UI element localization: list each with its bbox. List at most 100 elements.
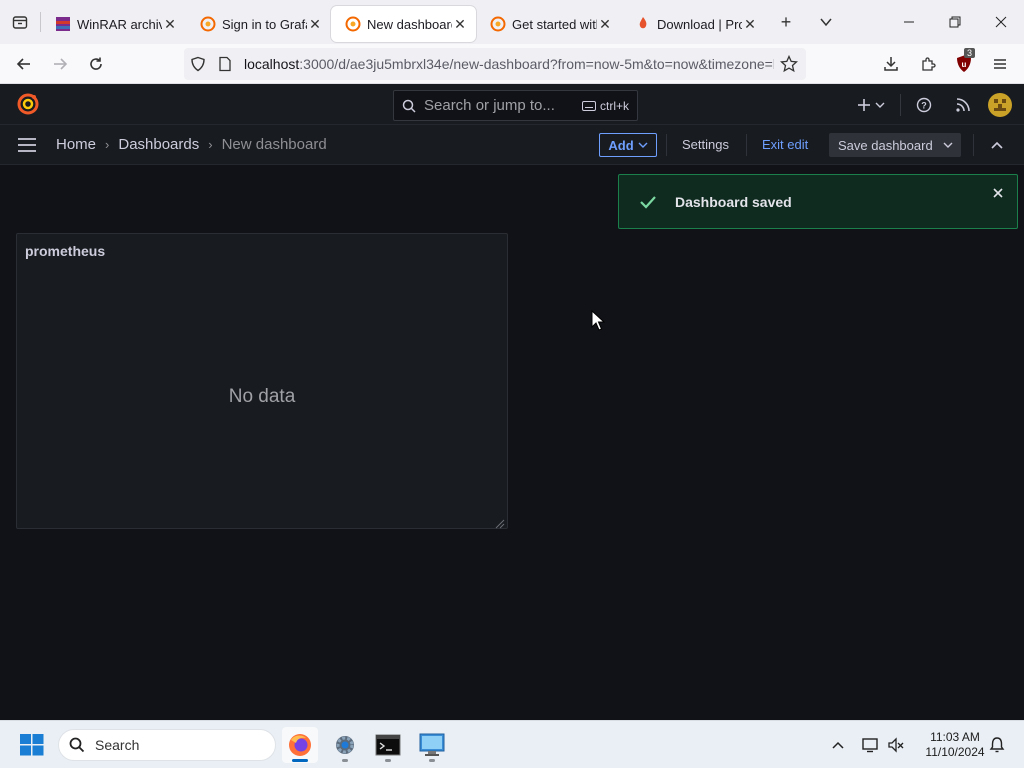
tracking-shield-icon[interactable] xyxy=(190,56,206,75)
chevron-down-icon xyxy=(638,142,648,148)
svg-text:?: ? xyxy=(921,101,927,111)
extension-badge: 3 xyxy=(964,48,976,58)
browser-navigation-bar: localhost:3000/d/ae3ju5mbrxl34e/new-dash… xyxy=(0,44,1024,84)
breadcrumb-dashboards[interactable]: Dashboards xyxy=(118,136,199,153)
grafana-icon xyxy=(490,16,506,32)
windows-taskbar: Search 11:03 AM 11/10/2024 xyxy=(0,720,1024,768)
grafana-top-bar: Search or jump to... ctrl+k ? xyxy=(0,84,1024,125)
taskbar-settings[interactable] xyxy=(327,727,363,763)
checkmark-icon xyxy=(639,194,657,210)
browser-tab-strip: WinRAR archive ✕ Sign in to Grafana ✕ Ne… xyxy=(0,0,1024,44)
keyboard-shortcut-hint: ctrl+k xyxy=(581,99,629,113)
extensions-puzzle-icon[interactable] xyxy=(914,50,942,78)
winrar-icon xyxy=(55,16,71,32)
keyboard-icon xyxy=(581,100,596,111)
mouse-pointer-icon xyxy=(591,309,606,332)
tab-title: New dashboard xyxy=(367,16,452,32)
close-window-icon[interactable] xyxy=(978,0,1024,44)
new-tab-icon[interactable]: + xyxy=(766,0,806,44)
close-tab-icon[interactable]: ✕ xyxy=(597,16,613,32)
address-bar[interactable]: localhost:3000/d/ae3ju5mbrxl34e/new-dash… xyxy=(184,48,806,80)
volume-muted-icon[interactable] xyxy=(884,733,908,757)
browser-tab-winrar[interactable]: WinRAR archive ✕ xyxy=(41,6,186,42)
divider xyxy=(746,134,747,156)
page-info-icon[interactable] xyxy=(218,56,232,75)
back-arrow-icon[interactable] xyxy=(10,50,38,78)
help-icon[interactable]: ? xyxy=(912,93,936,117)
running-app-indicator xyxy=(429,759,435,762)
chevron-right-icon: › xyxy=(208,137,213,152)
firefox-view-icon[interactable] xyxy=(0,0,40,44)
grafana-dashboard-toolbar: Home › Dashboards › New dashboard Add Se… xyxy=(0,125,1024,165)
chevron-right-icon: › xyxy=(105,137,110,152)
terminal-icon xyxy=(375,734,401,756)
taskbar-firefox[interactable] xyxy=(282,727,318,763)
reload-icon[interactable] xyxy=(82,50,110,78)
browser-tab-prometheus[interactable]: Download | Prometheus ✕ xyxy=(621,6,766,42)
breadcrumb-current: New dashboard xyxy=(221,136,327,153)
running-app-indicator xyxy=(385,759,391,762)
chevron-up-icon[interactable] xyxy=(826,733,850,757)
grafana-icon xyxy=(200,16,216,32)
settings-gear-icon xyxy=(336,736,354,754)
exit-edit-button[interactable]: Exit edit xyxy=(762,137,808,152)
browser-tab-grafana-signin[interactable]: Sign in to Grafana ✕ xyxy=(186,6,331,42)
save-dashboard-button[interactable]: Save dashboard xyxy=(829,133,961,157)
tab-title: Sign in to Grafana xyxy=(222,16,307,32)
taskbar-terminal[interactable] xyxy=(370,727,406,763)
search-placeholder: Search or jump to... xyxy=(424,97,555,114)
close-tab-icon[interactable]: ✕ xyxy=(742,16,758,32)
chevron-down-icon[interactable] xyxy=(943,141,953,149)
active-app-indicator xyxy=(292,759,308,762)
taskbar-remote-desktop[interactable] xyxy=(414,727,450,763)
settings-button[interactable]: Settings xyxy=(682,137,729,152)
forward-arrow-icon[interactable] xyxy=(46,50,74,78)
search-icon xyxy=(402,99,416,113)
add-new-menu-icon[interactable] xyxy=(854,93,888,117)
panel-resize-handle-icon[interactable] xyxy=(495,516,505,529)
dashboard-panel[interactable]: prometheus No data xyxy=(16,233,508,529)
menu-toggle-icon[interactable] xyxy=(17,136,37,159)
hamburger-menu-icon[interactable] xyxy=(986,50,1014,78)
close-icon[interactable] xyxy=(993,188,1003,198)
add-button-label: Add xyxy=(608,137,634,153)
chevron-up-icon[interactable] xyxy=(990,138,1004,156)
ublock-shield-icon[interactable]: u 3 xyxy=(950,48,978,78)
grafana-search-input[interactable]: Search or jump to... ctrl+k xyxy=(393,90,638,121)
display-icon[interactable] xyxy=(858,733,882,757)
news-rss-icon[interactable] xyxy=(951,93,975,117)
bookmark-star-icon[interactable] xyxy=(779,54,799,76)
divider xyxy=(973,134,974,156)
divider xyxy=(666,134,667,156)
close-tab-icon[interactable]: ✕ xyxy=(307,16,323,32)
list-all-tabs-icon[interactable] xyxy=(806,0,846,44)
add-button[interactable]: Add xyxy=(599,133,657,157)
downloads-icon[interactable] xyxy=(877,50,905,78)
tab-title: Download | Prometheus xyxy=(657,16,742,32)
toast-message: Dashboard saved xyxy=(675,194,792,210)
restore-icon[interactable] xyxy=(932,0,978,44)
taskbar-search-box[interactable]: Search xyxy=(58,729,276,761)
firefox-icon xyxy=(289,734,311,756)
panel-title[interactable]: prometheus xyxy=(25,243,105,259)
panel-empty-message: No data xyxy=(228,386,296,407)
search-icon xyxy=(69,737,85,753)
prometheus-icon xyxy=(635,16,651,32)
grafana-logo-icon[interactable] xyxy=(16,92,40,121)
windows-start-icon[interactable] xyxy=(20,734,44,761)
success-toast: Dashboard saved xyxy=(618,174,1018,229)
notification-bell-icon[interactable] xyxy=(985,733,1009,757)
breadcrumb-home[interactable]: Home xyxy=(56,136,96,153)
user-avatar[interactable] xyxy=(988,93,1012,117)
tab-title: WinRAR archive xyxy=(77,16,162,32)
save-dashboard-label: Save dashboard xyxy=(838,137,933,153)
divider xyxy=(900,94,901,116)
close-tab-icon[interactable]: ✕ xyxy=(452,16,468,32)
browser-tab-new-dashboard[interactable]: New dashboard ✕ xyxy=(331,6,476,42)
close-tab-icon[interactable]: ✕ xyxy=(162,16,178,32)
minimize-icon[interactable] xyxy=(886,0,932,44)
running-app-indicator xyxy=(342,759,348,762)
taskbar-search-label: Search xyxy=(95,737,140,753)
browser-tab-get-started[interactable]: Get started with ✕ xyxy=(476,6,621,42)
grafana-icon xyxy=(345,16,361,32)
